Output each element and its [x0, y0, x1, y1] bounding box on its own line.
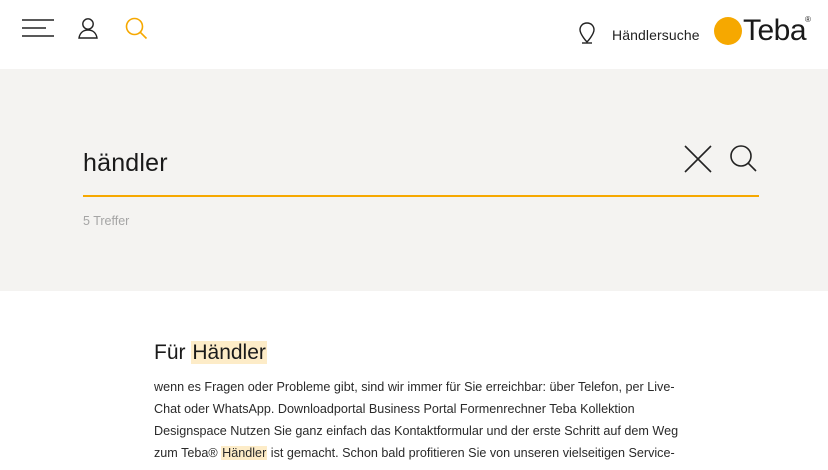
result-snippet: wenn es Fragen oder Probleme gibt, sind …: [154, 376, 694, 464]
result-title-highlight: Händler: [191, 341, 267, 364]
search-icon[interactable]: [125, 17, 148, 40]
logo-dot: [714, 17, 742, 45]
result-title-prefix: Für: [154, 341, 192, 364]
result-count: 5 Treffer: [83, 214, 130, 228]
result-snippet-text-end: ist gemacht. Schon bald profitieren Sie …: [267, 446, 675, 460]
dealer-search-link[interactable]: Händlersuche: [578, 18, 700, 48]
close-icon[interactable]: [684, 145, 712, 173]
logo-wordmark: Teba: [743, 14, 807, 47]
menu-icon[interactable]: [22, 18, 54, 38]
site-header: Händlersuche Teba ®: [0, 0, 828, 69]
user-icon[interactable]: [77, 17, 99, 39]
search-input[interactable]: händler: [83, 149, 168, 178]
result-title[interactable]: Für Händler: [154, 338, 694, 368]
location-pin-icon: [578, 22, 596, 44]
dealer-search-label: Händlersuche: [612, 27, 700, 43]
search-input-underline: [83, 195, 759, 197]
search-submit-icon[interactable]: [729, 144, 757, 172]
logo-registered-mark: ®: [805, 15, 811, 24]
result-snippet-highlight: Händler: [221, 446, 268, 460]
search-panel: händler 5 Treffer: [0, 69, 828, 291]
teba-logo[interactable]: Teba ®: [714, 13, 814, 49]
search-result: Für Händler wenn es Fragen oder Probleme…: [154, 338, 694, 464]
